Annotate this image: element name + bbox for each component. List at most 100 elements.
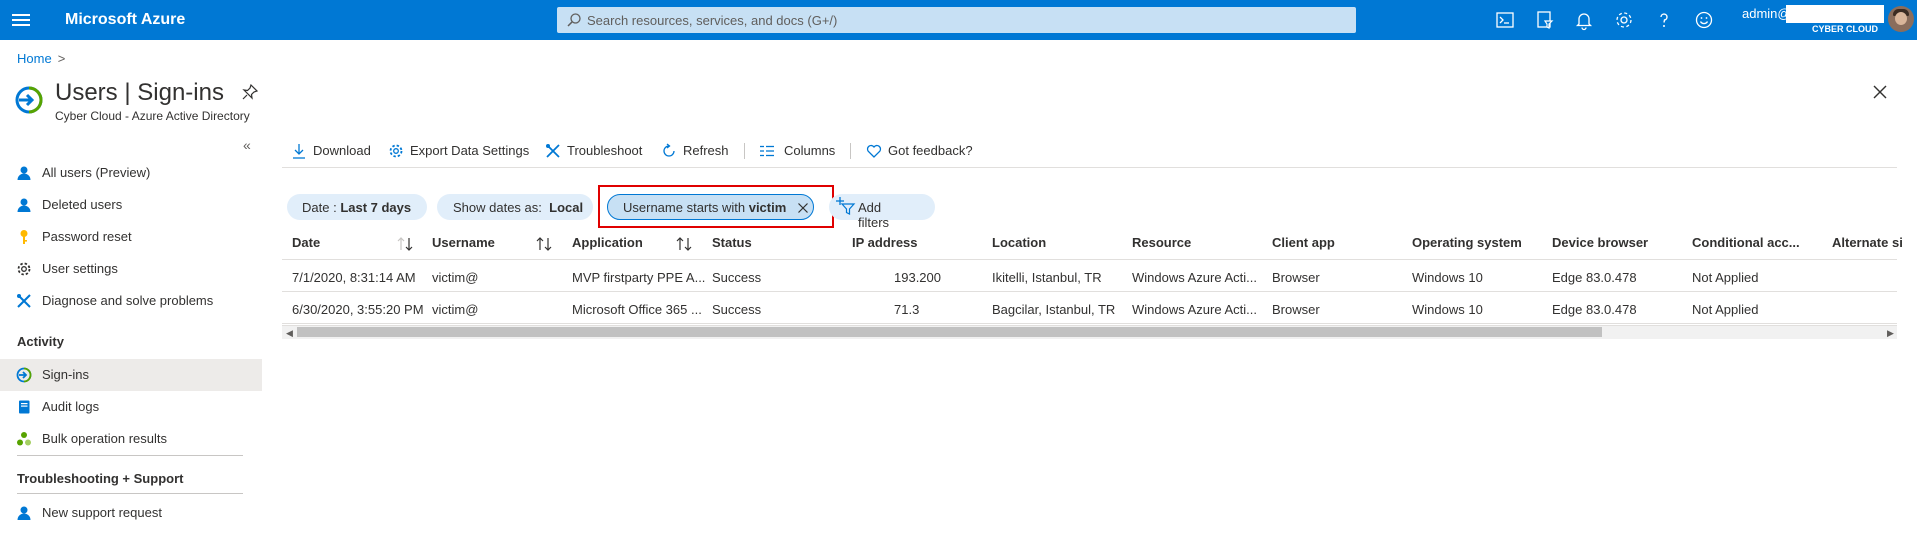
download-label: Download bbox=[313, 143, 371, 158]
feedback-label: Got feedback? bbox=[888, 143, 973, 158]
search-icon bbox=[567, 13, 581, 27]
close-icon[interactable] bbox=[1872, 84, 1888, 100]
cell-username: victim@ bbox=[432, 270, 479, 285]
breadcrumb-home-link[interactable]: Home bbox=[17, 51, 52, 66]
user-icon bbox=[17, 166, 31, 180]
sidebar-item-audit-logs[interactable]: Audit logs bbox=[0, 391, 262, 423]
cell-device-browser: Edge 83.0.478 bbox=[1552, 270, 1637, 285]
date-filter-value: Last 7 days bbox=[340, 200, 412, 215]
book-icon bbox=[19, 400, 30, 414]
directory-filter-icon[interactable] bbox=[1534, 9, 1556, 31]
cell-date: 6/30/2020, 3:55:20 PM bbox=[292, 302, 424, 317]
cell-status: Success bbox=[712, 302, 762, 317]
username-filter-pill[interactable]: Username starts with victim bbox=[607, 194, 814, 220]
sidebar-item-new-support-request[interactable]: New support request bbox=[0, 497, 262, 529]
scrollbar-thumb[interactable] bbox=[297, 327, 1602, 337]
global-search[interactable] bbox=[557, 7, 1356, 33]
column-header-date[interactable]: Date bbox=[292, 235, 320, 250]
sidebar-item-sign-ins[interactable]: Sign-ins bbox=[0, 359, 262, 391]
bulk-icon bbox=[17, 432, 31, 446]
cell-device-browser: Edge 83.0.478 bbox=[1552, 302, 1637, 317]
scroll-left-arrow-icon[interactable]: ◀ bbox=[286, 328, 293, 339]
toolbar-divider-line bbox=[282, 167, 1897, 168]
feedback-smiley-icon[interactable] bbox=[1693, 9, 1715, 31]
sidebar-item-password-reset[interactable]: Password reset bbox=[0, 221, 262, 253]
cell-location: Bagcilar, Istanbul, TR bbox=[992, 302, 1116, 317]
page-subtitle: Cyber Cloud - Azure Active Directory bbox=[55, 109, 250, 123]
account-username[interactable]: admin@ bbox=[1742, 6, 1791, 21]
column-header-conditional-access[interactable]: Conditional acc... bbox=[1692, 235, 1800, 250]
cell-date: 7/1/2020, 8:31:14 AM bbox=[292, 270, 416, 285]
row-divider bbox=[842, 291, 1897, 292]
gear-icon bbox=[17, 262, 31, 276]
breadcrumb: Home > bbox=[17, 51, 65, 66]
sidebar-item-label: Password reset bbox=[42, 229, 132, 244]
columns-icon bbox=[760, 145, 774, 157]
column-header-status[interactable]: Status bbox=[712, 235, 752, 250]
column-header-resource[interactable]: Resource bbox=[1132, 235, 1191, 250]
sidebar-item-deleted-users[interactable]: Deleted users bbox=[0, 189, 262, 221]
cell-application: Microsoft Office 365 ... bbox=[572, 302, 702, 317]
columns-label: Columns bbox=[784, 143, 836, 158]
column-header-location[interactable]: Location bbox=[992, 235, 1046, 250]
cell-conditional-access: Not Applied bbox=[1692, 270, 1759, 285]
export-data-settings-label: Export Data Settings bbox=[410, 143, 530, 158]
column-header-operating-system[interactable]: Operating system bbox=[1412, 235, 1522, 250]
sidebar-divider bbox=[17, 493, 243, 494]
collapse-sidebar-icon[interactable]: « bbox=[243, 137, 251, 153]
show-dates-pill[interactable]: Show dates as: Local bbox=[437, 194, 593, 220]
signin-page-icon bbox=[15, 86, 43, 114]
page-title-main: Users bbox=[55, 79, 118, 106]
cell-client-app: Browser bbox=[1272, 270, 1320, 285]
pin-icon[interactable] bbox=[242, 84, 258, 100]
avatar[interactable] bbox=[1888, 6, 1914, 32]
brand-title[interactable]: Microsoft Azure bbox=[65, 11, 185, 29]
column-header-device-browser[interactable]: Device browser bbox=[1552, 235, 1648, 250]
settings-icon[interactable] bbox=[1613, 9, 1635, 31]
sidebar-item-diagnose[interactable]: Diagnose and solve problems bbox=[0, 285, 262, 317]
remove-filter-icon[interactable] bbox=[797, 202, 809, 214]
title-separator: | bbox=[124, 79, 131, 106]
notifications-icon[interactable] bbox=[1573, 9, 1595, 31]
cell-location: Ikitelli, Istanbul, TR bbox=[992, 270, 1102, 285]
sidebar-item-bulk-operations[interactable]: Bulk operation results bbox=[0, 423, 262, 455]
redacted-email-mask bbox=[1786, 5, 1884, 23]
column-header-ip-address[interactable]: IP address bbox=[852, 235, 918, 250]
cell-operating-system: Windows 10 bbox=[1412, 302, 1483, 317]
add-filter-icon bbox=[836, 197, 856, 215]
sort-icon[interactable] bbox=[676, 237, 692, 251]
show-dates-label: Show dates as: bbox=[453, 200, 542, 215]
help-icon[interactable] bbox=[1653, 9, 1675, 31]
search-input[interactable] bbox=[587, 10, 1347, 30]
troubleshoot-label: Troubleshoot bbox=[567, 143, 643, 158]
toolbar-divider bbox=[850, 143, 851, 159]
tenant-name[interactable]: CYBER CLOUD bbox=[1812, 24, 1878, 34]
refresh-label: Refresh bbox=[683, 143, 729, 158]
sidebar-item-label: Sign-ins bbox=[42, 367, 89, 382]
key-icon bbox=[20, 230, 28, 244]
cell-operating-system: Windows 10 bbox=[1412, 270, 1483, 285]
column-header-username[interactable]: Username bbox=[432, 235, 495, 250]
sort-icon[interactable] bbox=[536, 237, 552, 251]
toolbar-divider bbox=[744, 143, 745, 159]
refresh-icon bbox=[663, 143, 675, 157]
sidebar-item-all-users[interactable]: All users (Preview) bbox=[0, 157, 262, 189]
hamburger-menu-icon[interactable] bbox=[12, 11, 30, 29]
show-dates-value: Local bbox=[549, 200, 584, 215]
cell-conditional-access: Not Applied bbox=[1692, 302, 1759, 317]
scroll-right-arrow-icon[interactable]: ▶ bbox=[1887, 328, 1894, 339]
sort-icon[interactable] bbox=[397, 237, 413, 251]
cell-username: victim@ bbox=[432, 302, 479, 317]
column-header-client-app[interactable]: Client app bbox=[1272, 235, 1335, 250]
sidebar-item-user-settings[interactable]: User settings bbox=[0, 253, 262, 285]
sidebar-item-label: Bulk operation results bbox=[42, 431, 168, 446]
sidebar-item-label: Audit logs bbox=[42, 399, 100, 414]
table-row[interactable]: 7/1/2020, 8:31:14 AM victim@ MVP firstpa… bbox=[282, 261, 1897, 293]
table-row[interactable]: 6/30/2020, 3:55:20 PM victim@ Microsoft … bbox=[282, 293, 1897, 325]
date-filter-pill[interactable]: Date : Last 7 days bbox=[287, 194, 427, 220]
gear-icon bbox=[389, 144, 403, 158]
column-header-alternate[interactable]: Alternate si bbox=[1832, 235, 1903, 250]
wrench-icon bbox=[17, 294, 31, 308]
cloud-shell-icon[interactable] bbox=[1494, 9, 1516, 31]
column-header-application[interactable]: Application bbox=[572, 235, 643, 250]
